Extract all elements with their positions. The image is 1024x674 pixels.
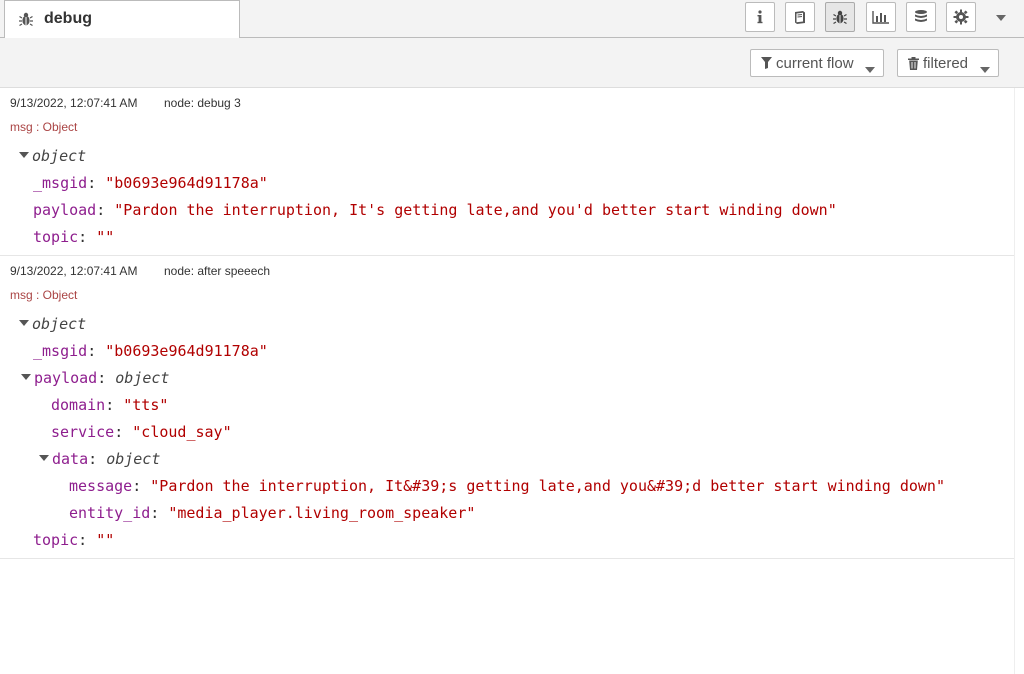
message-node-link[interactable]: node: after speeech bbox=[164, 264, 270, 278]
chart-icon bbox=[872, 10, 890, 24]
filter-mode-label: filtered bbox=[923, 54, 969, 72]
message-type[interactable]: msg : Object bbox=[10, 120, 77, 134]
message-list-scrollbar[interactable] bbox=[1014, 88, 1024, 674]
bug-icon bbox=[18, 11, 34, 27]
message-type[interactable]: msg : Object bbox=[10, 288, 77, 302]
caret-down-icon bbox=[865, 60, 875, 77]
tree-prop-payload[interactable]: payload: object bbox=[21, 369, 169, 387]
bug-icon bbox=[832, 9, 848, 25]
debug-message: 9/13/2022, 12:07:41 AM node: debug 3 msg… bbox=[0, 88, 1014, 256]
clear-filter-button[interactable]: filtered bbox=[897, 49, 999, 77]
filter-icon bbox=[761, 57, 772, 69]
info-button[interactable] bbox=[745, 2, 775, 32]
message-timestamp: 9/13/2022, 12:07:41 AM bbox=[10, 264, 138, 278]
sidebar-menu-dropdown[interactable] bbox=[990, 6, 1012, 28]
book-icon bbox=[792, 9, 808, 25]
gear-icon bbox=[953, 9, 969, 25]
tree-prop-message: message: "Pardon the interruption, It&#3… bbox=[69, 477, 945, 495]
info-icon bbox=[753, 9, 767, 25]
tree-prop-topic: topic: "" bbox=[33, 531, 115, 549]
tree-prop-topic: topic: "" bbox=[33, 228, 115, 246]
flow-filter-button[interactable]: current flow bbox=[750, 49, 884, 77]
tree-root-object[interactable]: object bbox=[19, 147, 86, 165]
message-node-link[interactable]: node: debug 3 bbox=[164, 96, 241, 110]
tree-prop-domain: domain: "tts" bbox=[51, 396, 169, 414]
message-meta: 9/13/2022, 12:07:41 AM node: debug 3 bbox=[0, 88, 1014, 116]
trash-icon bbox=[908, 56, 919, 70]
dashboard-button[interactable] bbox=[866, 2, 896, 32]
message-meta: 9/13/2022, 12:07:41 AM node: after speee… bbox=[0, 256, 1014, 284]
debug-message-list: 9/13/2022, 12:07:41 AM node: debug 3 msg… bbox=[0, 88, 1014, 559]
expand-arrow-icon bbox=[19, 319, 29, 326]
debug-button[interactable] bbox=[825, 2, 855, 32]
tree-prop-entity-id: entity_id: "media_player.living_room_spe… bbox=[69, 504, 476, 522]
help-button[interactable] bbox=[785, 2, 815, 32]
tree-prop-service: service: "cloud_say" bbox=[51, 423, 232, 441]
tab-title: debug bbox=[44, 10, 92, 27]
tree-prop-msgid: _msgid: "b0693e964d91178a" bbox=[33, 174, 268, 192]
context-button[interactable] bbox=[906, 2, 936, 32]
tree-prop-data[interactable]: data: object bbox=[39, 450, 160, 468]
expand-arrow-icon bbox=[21, 373, 31, 380]
expand-arrow-icon bbox=[19, 151, 29, 158]
tree-prop-payload: payload: "Pardon the interruption, It's … bbox=[33, 201, 837, 219]
caret-down-icon bbox=[996, 8, 1006, 26]
config-button[interactable] bbox=[946, 2, 976, 32]
message-timestamp: 9/13/2022, 12:07:41 AM bbox=[10, 96, 138, 110]
database-icon bbox=[913, 9, 929, 25]
sidebar-tab-bar: debug bbox=[0, 0, 1024, 38]
debug-filter-bar: current flow filtered bbox=[0, 38, 1024, 88]
tree-prop-msgid: _msgid: "b0693e964d91178a" bbox=[33, 342, 268, 360]
tab-debug[interactable]: debug bbox=[4, 0, 240, 38]
tree-root-object[interactable]: object bbox=[19, 315, 86, 333]
expand-arrow-icon bbox=[39, 454, 49, 461]
flow-filter-label: current flow bbox=[776, 54, 854, 72]
caret-down-icon bbox=[980, 60, 990, 77]
debug-message: 9/13/2022, 12:07:41 AM node: after speee… bbox=[0, 256, 1014, 559]
